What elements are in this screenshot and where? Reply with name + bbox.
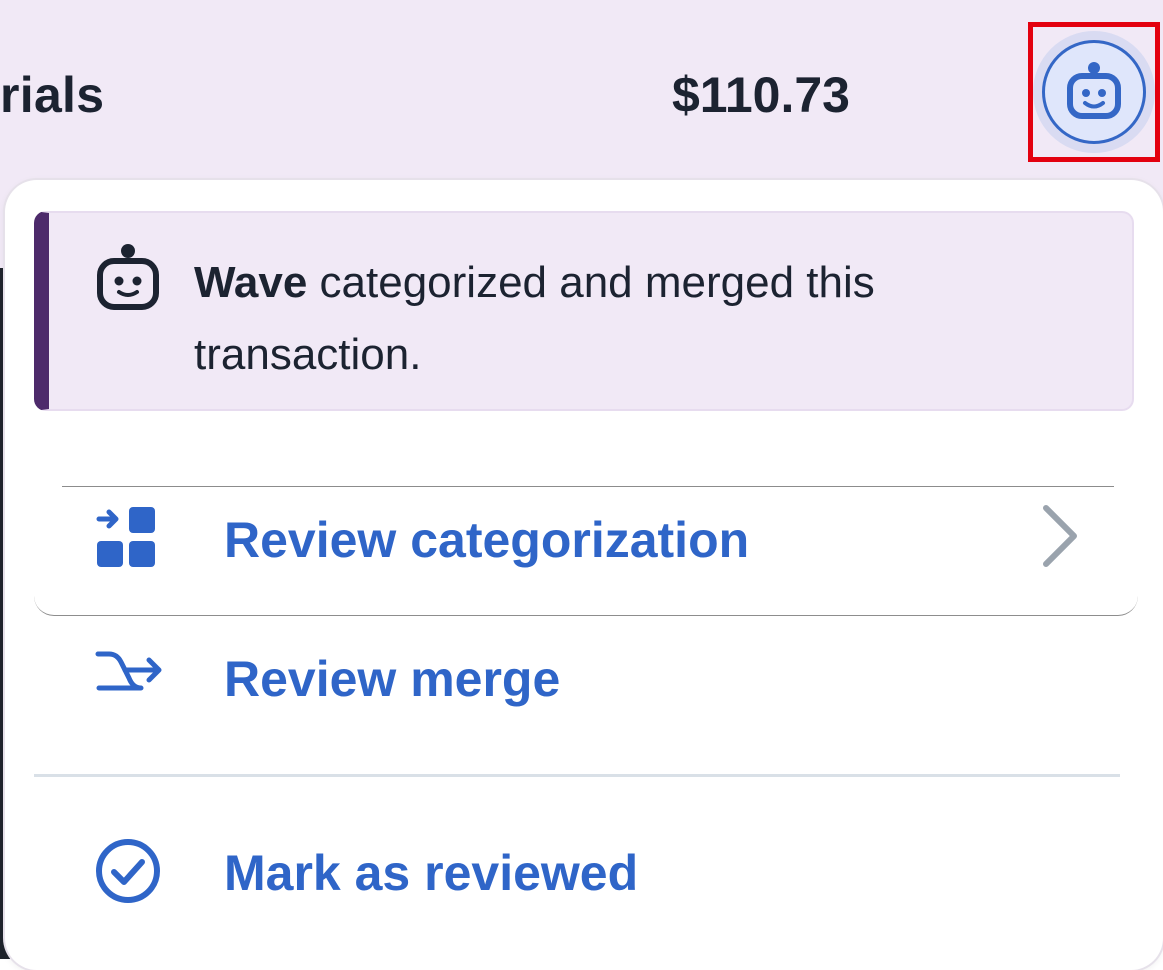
review-merge-label: Review merge [224, 651, 561, 707]
robot-icon [1067, 62, 1121, 119]
mark-as-reviewed-item[interactable]: Mark as reviewed [5, 814, 1163, 934]
merge-arrow-icon [95, 651, 162, 691]
chevron-right-icon [1043, 505, 1077, 567]
review-merge-item[interactable]: Review merge [5, 620, 1163, 740]
review-categorization-label: Review categorization [224, 512, 750, 568]
notice-actor: Wave [194, 258, 308, 307]
wave-assistant-button-ring[interactable] [1042, 40, 1146, 144]
mark-as-reviewed-label: Mark as reviewed [224, 845, 639, 901]
assistant-notice: Wave categorized and merged this transac… [34, 211, 1134, 411]
review-categorization-item[interactable]: Review categorization [5, 487, 1163, 615]
wave-assistant-button[interactable] [1033, 31, 1155, 153]
check-circle-icon [96, 839, 160, 903]
review-categorization-icon [96, 507, 155, 567]
robot-icon [97, 244, 159, 310]
notice-message: Wave categorized and merged this transac… [194, 247, 1094, 391]
divider [34, 774, 1120, 777]
assistant-popover: Wave categorized and merged this transac… [5, 180, 1163, 970]
category-name: rials [0, 67, 105, 123]
highlight-box [1028, 22, 1160, 162]
transaction-amount: $110.73 [672, 67, 850, 123]
